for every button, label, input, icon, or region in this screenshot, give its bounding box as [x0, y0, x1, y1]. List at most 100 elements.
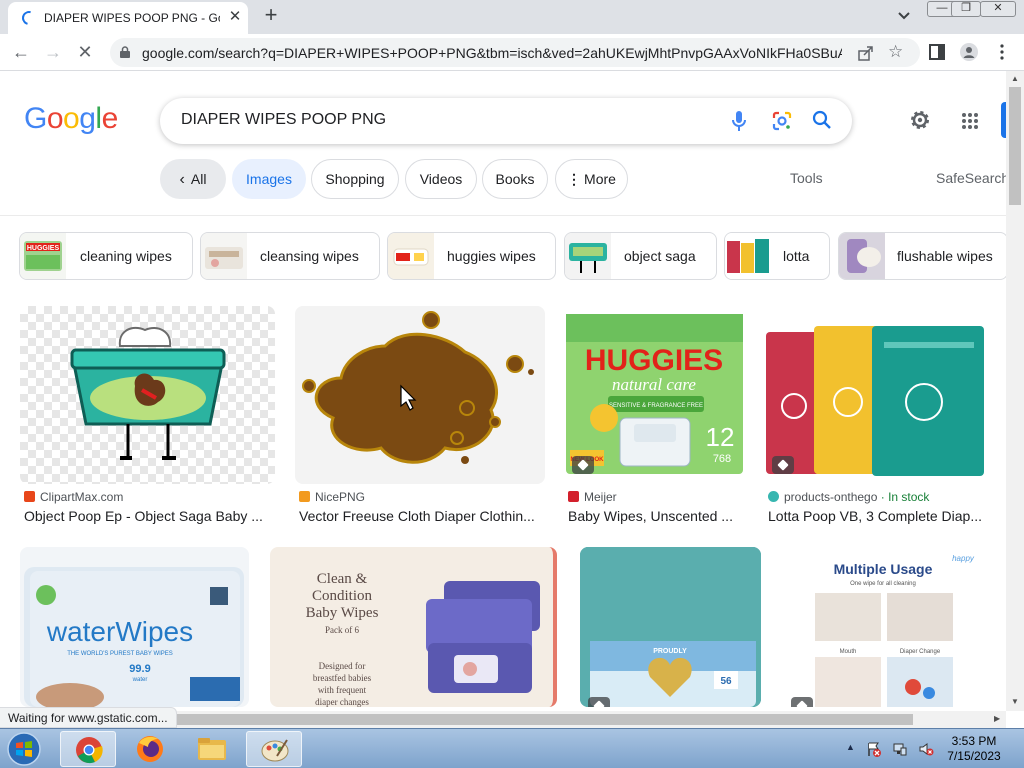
scroll-down-icon[interactable]: ▼ — [1011, 697, 1019, 706]
proudly-brand-text: PROUDLY — [653, 648, 687, 655]
search-input[interactable]: DIAPER WIPES POOP PNG — [181, 111, 386, 129]
result-source[interactable]: products-onthego · In stock — [768, 490, 929, 504]
result-image[interactable] — [295, 306, 545, 484]
menu-icon[interactable] — [993, 43, 1011, 61]
related-chip[interactable]: lotta — [724, 232, 830, 280]
horizontal-scroll-thumb[interactable] — [165, 714, 913, 725]
result-source[interactable]: ClipartMax.com — [24, 490, 123, 504]
volume-muted-icon[interactable] — [918, 741, 934, 757]
settings-gear-icon[interactable] — [908, 108, 932, 132]
result-image[interactable]: HUGGIES natural care SENSITIVE & FRAGRAN… — [564, 306, 745, 484]
chip-more[interactable]: ⋮ More — [555, 159, 628, 199]
stop-icon[interactable]: ✕ — [73, 40, 97, 64]
scroll-right-icon[interactable]: ▶ — [994, 714, 1000, 723]
close-window-button[interactable]: ✕ — [980, 1, 1016, 17]
related-chip[interactable]: cleansing wipes — [200, 232, 380, 280]
svg-text:HUGGIES: HUGGIES — [27, 245, 60, 252]
chip-all[interactable]: ‹ All — [160, 159, 226, 199]
chip-books[interactable]: Books — [482, 159, 548, 199]
wipes-desc1: Designed for — [319, 661, 366, 671]
search-box[interactable]: DIAPER WIPES POOP PNG — [160, 98, 852, 144]
logo-letter: e — [101, 102, 119, 135]
result-image[interactable]: waterWipes THE WORLD'S PUREST BABY WIPES… — [20, 547, 249, 707]
wipes-desc3: with frequent — [318, 685, 367, 695]
usage-caption2: Diaper Change — [900, 649, 941, 655]
forward-icon[interactable]: → — [41, 40, 65, 64]
profile-icon[interactable] — [960, 43, 978, 61]
google-logo[interactable]: Google — [24, 102, 118, 136]
result-title[interactable]: Vector Freeuse Cloth Diaper Clothin... — [299, 508, 545, 524]
new-tab-button[interactable]: + — [260, 4, 282, 27]
browser-toolbar: ← → ✕ google.com/search?q=DIAPER+WIPES+P… — [0, 34, 1024, 71]
taskbar-chrome[interactable] — [60, 731, 116, 767]
product-tag-icon — [772, 456, 794, 474]
chip-shopping[interactable]: Shopping — [311, 159, 399, 199]
related-thumbnail — [388, 233, 434, 279]
object-poop-image — [70, 326, 226, 460]
proudly-count-text: 56 — [720, 676, 732, 687]
result-image[interactable] — [20, 306, 275, 484]
result-image[interactable]: Multiple Usage One wipe for all cleaning… — [783, 547, 987, 707]
back-icon[interactable]: ← — [9, 40, 33, 64]
result-source[interactable]: Meijer — [568, 490, 617, 504]
related-chip[interactable]: object saga — [564, 232, 717, 280]
side-panel-icon[interactable] — [928, 43, 946, 61]
chip-images[interactable]: Images — [232, 159, 306, 199]
google-apps-icon[interactable] — [961, 112, 979, 130]
address-bar[interactable]: google.com/search?q=DIAPER+WIPES+POOP+PN… — [110, 38, 920, 67]
clean-condition-wipes-image: Clean & Condition Baby Wipes Pack of 6 D… — [306, 571, 540, 707]
tab-search-icon[interactable] — [895, 9, 913, 23]
related-chip-label: lotta — [783, 248, 810, 264]
related-chip[interactable]: HUGGIES cleaning wipes — [19, 232, 193, 280]
start-button[interactable] — [2, 731, 46, 767]
chip-all-label: All — [190, 171, 207, 187]
logo-letter: o — [63, 102, 80, 135]
restore-button[interactable]: ❐ — [951, 1, 981, 17]
wipes-desc4: diaper changes — [315, 697, 369, 707]
waterwipes-pct-label: water — [132, 677, 148, 683]
result-image[interactable] — [764, 306, 988, 484]
microphone-icon[interactable] — [730, 110, 748, 132]
browser-tab[interactable]: DIAPER WIPES POOP PNG - Goo ✕ — [8, 2, 248, 34]
status-bubble: Waiting for www.gstatic.com... — [0, 707, 177, 728]
network-icon[interactable] — [892, 741, 908, 757]
scroll-up-icon[interactable]: ▲ — [1011, 74, 1019, 83]
related-chip[interactable]: huggies wipes — [387, 232, 556, 280]
huggies-count-text: 12 — [706, 422, 735, 452]
taskbar-firefox[interactable] — [122, 731, 178, 767]
related-chip[interactable]: flushable wipes — [838, 232, 1008, 280]
tools-button[interactable]: Tools — [790, 170, 823, 186]
safesearch-button[interactable]: SafeSearch — [936, 170, 1009, 186]
result-source[interactable]: NicePNG — [299, 490, 365, 504]
tab-close-button[interactable]: ✕ — [226, 8, 244, 26]
flag-alert-icon[interactable] — [866, 741, 882, 757]
result-source-name: Meijer — [584, 490, 617, 504]
search-icon[interactable] — [812, 110, 832, 130]
folder-icon — [198, 738, 226, 760]
chip-videos[interactable]: Videos — [405, 159, 477, 199]
vertical-scrollbar[interactable]: ▲ ▼ — [1006, 71, 1024, 711]
vertical-scroll-thumb[interactable] — [1009, 87, 1021, 205]
tray-expand-icon[interactable]: ▲ — [846, 742, 855, 752]
taskbar-paint[interactable] — [246, 731, 302, 767]
clock-time: 3:53 PM — [951, 734, 997, 748]
result-title[interactable]: Baby Wipes, Unscented ... — [568, 508, 746, 524]
wipes-line3: Baby Wipes — [306, 605, 379, 621]
taskbar-clock[interactable]: 3:53 PM 7/15/2023 — [942, 734, 1006, 764]
logo-letter: G — [24, 102, 47, 135]
google-lens-icon[interactable] — [772, 111, 792, 131]
usage-caption1: Mouth — [840, 649, 857, 655]
result-title[interactable]: Object Poop Ep - Object Saga Baby ... — [24, 508, 276, 524]
windows-taskbar: ▲ 3:53 PM 7/15/2023 — [0, 728, 1024, 768]
product-tag-icon — [572, 456, 594, 474]
lock-icon[interactable] — [120, 46, 130, 58]
taskbar-explorer[interactable] — [184, 731, 240, 767]
more-vert-icon: ⋮ — [567, 171, 582, 187]
result-title[interactable]: Lotta Poop VB, 3 Complete Diap... — [768, 508, 988, 524]
url-text[interactable]: google.com/search?q=DIAPER+WIPES+POOP+PN… — [142, 45, 842, 61]
result-image[interactable]: Clean & Condition Baby Wipes Pack of 6 D… — [270, 547, 557, 707]
related-thumbnail: HUGGIES — [20, 233, 66, 279]
result-image[interactable]: PROUDLY 56 — [580, 547, 761, 707]
star-icon[interactable]: ☆ — [888, 42, 903, 62]
share-icon[interactable] — [858, 45, 874, 61]
